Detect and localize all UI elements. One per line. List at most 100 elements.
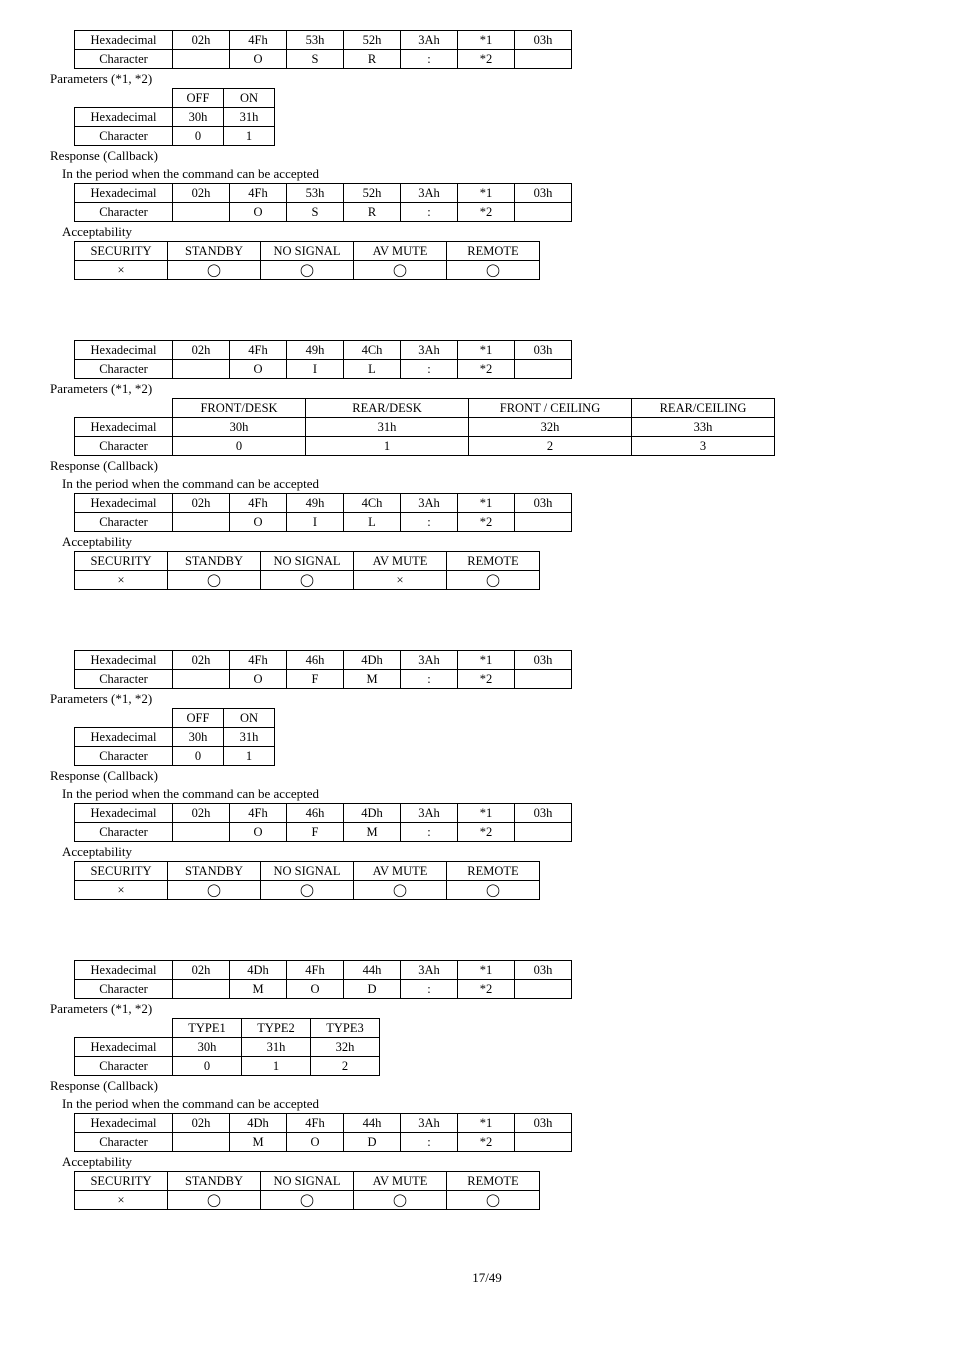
response-label: Response (Callback): [50, 768, 924, 784]
command-block: Hexadecimal02h4Fh53h52h3Ah*103hCharacter…: [50, 30, 924, 280]
cell: STANDBY: [168, 862, 261, 881]
parameters-label: Parameters (*1, *2): [50, 381, 924, 397]
cell: Hexadecimal: [75, 961, 173, 980]
cell: O: [287, 980, 344, 999]
cell: 53h: [287, 31, 344, 50]
cell: 02h: [173, 804, 230, 823]
cell: S: [287, 203, 344, 222]
cell: ×: [75, 261, 168, 280]
cell: Character: [75, 1133, 173, 1152]
cell: 31h: [224, 728, 275, 747]
cell: 4Ch: [344, 341, 401, 360]
cell: 1: [224, 747, 275, 766]
cell: ◯: [447, 1191, 540, 1210]
cell: 4Ch: [344, 494, 401, 513]
cell: TYPE2: [242, 1019, 311, 1038]
cell: 03h: [515, 651, 572, 670]
cell: 3Ah: [401, 651, 458, 670]
cell: ON: [224, 89, 275, 108]
cell: FRONT / CEILING: [469, 399, 632, 418]
cell: F: [287, 823, 344, 842]
cell: *1: [458, 31, 515, 50]
cell: 46h: [287, 804, 344, 823]
cell: [173, 360, 230, 379]
cell: Hexadecimal: [75, 804, 173, 823]
cell: *1: [458, 184, 515, 203]
cell: Hexadecimal: [75, 108, 173, 127]
cell: 1: [224, 127, 275, 146]
cell: 03h: [515, 804, 572, 823]
inperiod-label: In the period when the command can be ac…: [62, 476, 924, 492]
cell: Hexadecimal: [75, 31, 173, 50]
cell: L: [344, 513, 401, 532]
cell: D: [344, 1133, 401, 1152]
acceptability-label: Acceptability: [62, 534, 924, 550]
cell: 03h: [515, 494, 572, 513]
cell: AV MUTE: [354, 1172, 447, 1191]
cell: ◯: [168, 571, 261, 590]
cell: FRONT/DESK: [173, 399, 306, 418]
cell: Character: [75, 1057, 173, 1076]
cell: 1: [306, 437, 469, 456]
cell: NO SIGNAL: [261, 242, 354, 261]
cell: 4Fh: [230, 804, 287, 823]
cell: [75, 709, 173, 728]
cell: 31h: [306, 418, 469, 437]
cell: 3Ah: [401, 31, 458, 50]
cell: ◯: [261, 571, 354, 590]
cell: [173, 823, 230, 842]
cell: M: [230, 980, 287, 999]
cell: 03h: [515, 31, 572, 50]
cell: 4Dh: [230, 961, 287, 980]
cell: 3Ah: [401, 961, 458, 980]
cell: Character: [75, 670, 173, 689]
cell: 32h: [469, 418, 632, 437]
cell: *2: [458, 1133, 515, 1152]
cell: Hexadecimal: [75, 418, 173, 437]
cell: SECURITY: [75, 242, 168, 261]
cell: 2: [469, 437, 632, 456]
cell: NO SIGNAL: [261, 552, 354, 571]
cell: 4Fh: [230, 494, 287, 513]
cell: [515, 670, 572, 689]
cell: TYPE3: [311, 1019, 380, 1038]
cell: AV MUTE: [354, 862, 447, 881]
cell: M: [230, 1133, 287, 1152]
cell: 52h: [344, 31, 401, 50]
cell: R: [344, 50, 401, 69]
cell: 46h: [287, 651, 344, 670]
cell: Character: [75, 513, 173, 532]
cell: 53h: [287, 184, 344, 203]
cell: 03h: [515, 341, 572, 360]
acceptability-label: Acceptability: [62, 224, 924, 240]
cell: 49h: [287, 341, 344, 360]
cell: 31h: [242, 1038, 311, 1057]
cell: 31h: [224, 108, 275, 127]
cell: 02h: [173, 494, 230, 513]
cell: :: [401, 50, 458, 69]
cell: Hexadecimal: [75, 728, 173, 747]
cell: SECURITY: [75, 1172, 168, 1191]
cell: ◯: [447, 261, 540, 280]
cell: [515, 1133, 572, 1152]
cell: [173, 513, 230, 532]
cell: ×: [75, 881, 168, 900]
cell: 02h: [173, 1114, 230, 1133]
cell: :: [401, 360, 458, 379]
cell: NO SIGNAL: [261, 1172, 354, 1191]
cell: 0: [173, 747, 224, 766]
cell: [173, 203, 230, 222]
cell: Hexadecimal: [75, 651, 173, 670]
command-block: Hexadecimal02h4Fh49h4Ch3Ah*103hCharacter…: [50, 340, 924, 590]
cell: ◯: [168, 261, 261, 280]
cell: STANDBY: [168, 1172, 261, 1191]
cell: Hexadecimal: [75, 341, 173, 360]
parameters-label: Parameters (*1, *2): [50, 1001, 924, 1017]
cell: Character: [75, 980, 173, 999]
cell: [75, 89, 173, 108]
cell: O: [287, 1133, 344, 1152]
cell: [515, 513, 572, 532]
cell: REAR/CEILING: [632, 399, 775, 418]
cell: *1: [458, 804, 515, 823]
cell: *1: [458, 494, 515, 513]
